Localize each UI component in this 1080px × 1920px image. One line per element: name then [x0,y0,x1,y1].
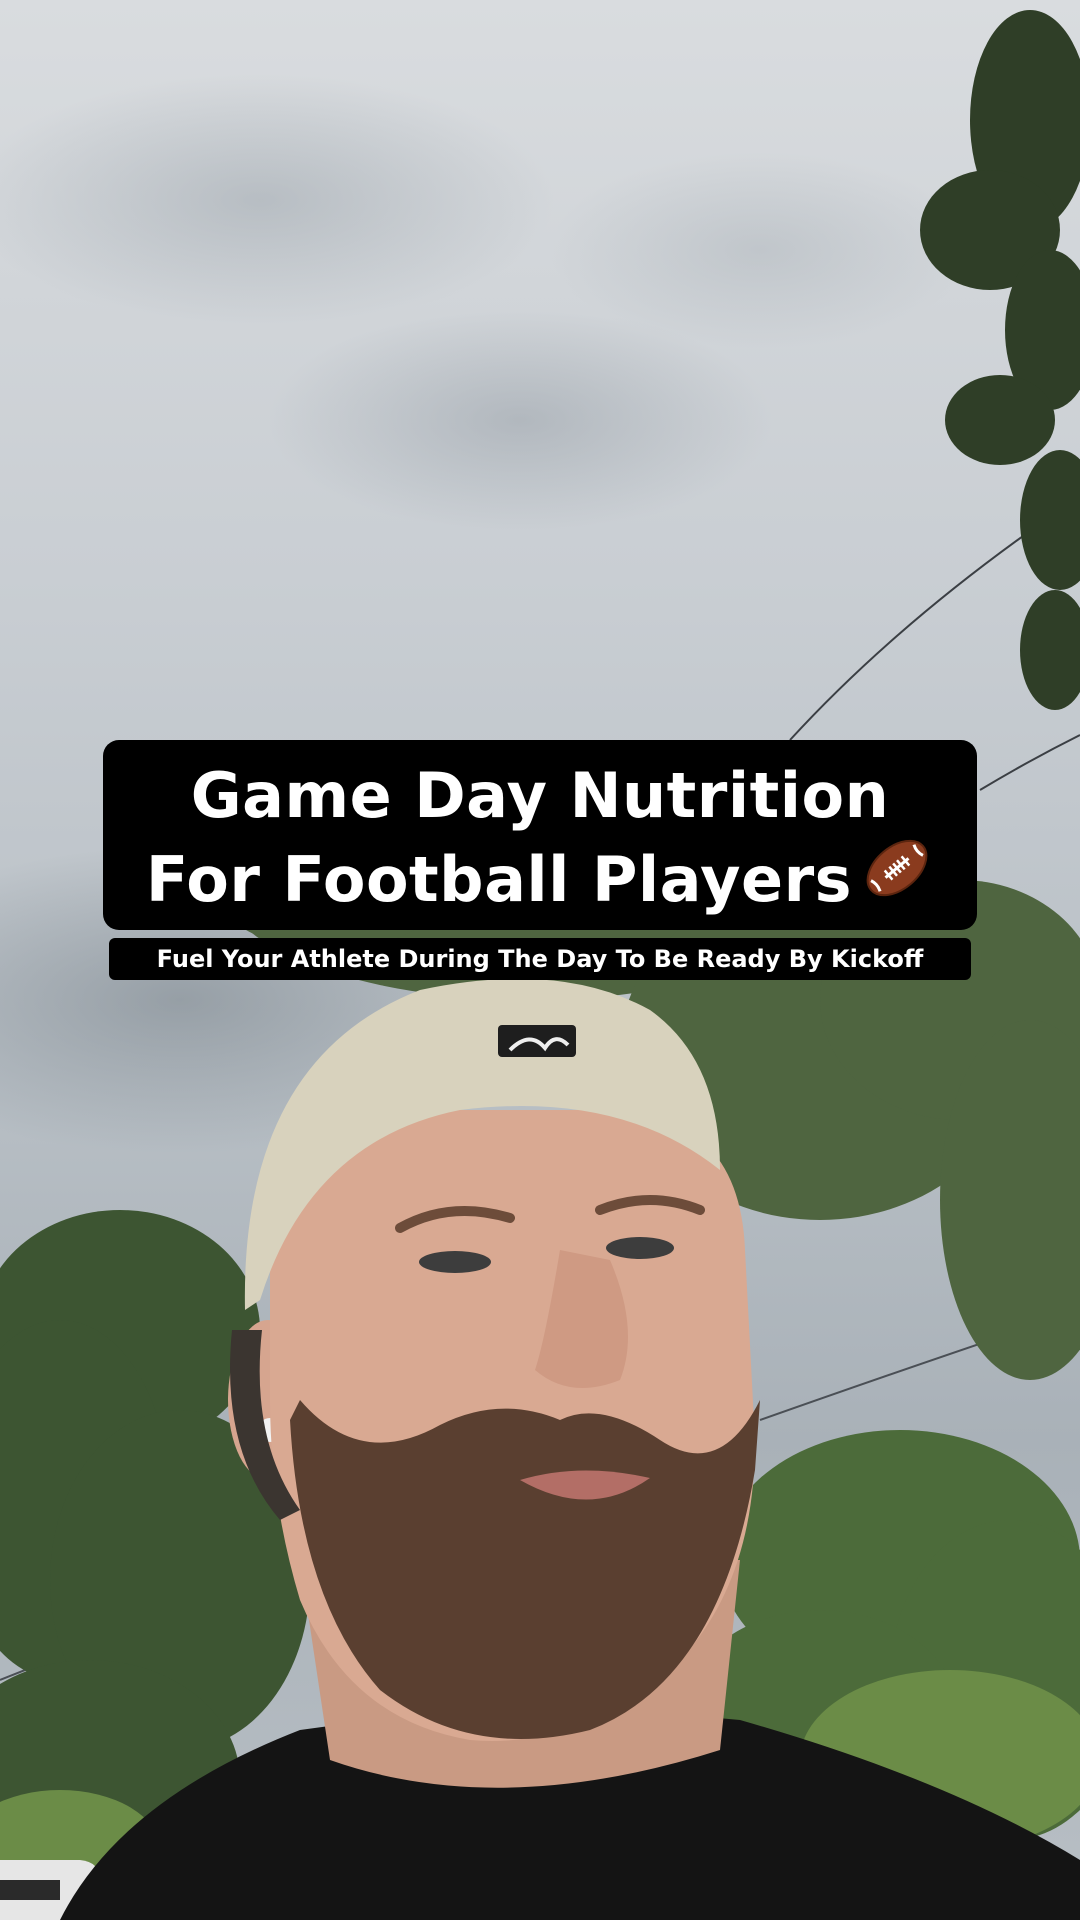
title-line-2-wrap: For Football Players [103,838,977,926]
video-frame: Game Day Nutrition For Football Players … [0,0,1080,1920]
title-line-1: Game Day Nutrition [190,759,890,832]
american-football-icon [860,831,934,926]
subtitle-overlay: Fuel Your Athlete During The Day To Be R… [109,938,971,980]
title-line-2: For Football Players [145,843,853,916]
title-overlay: Game Day Nutrition For Football Players [103,740,977,930]
